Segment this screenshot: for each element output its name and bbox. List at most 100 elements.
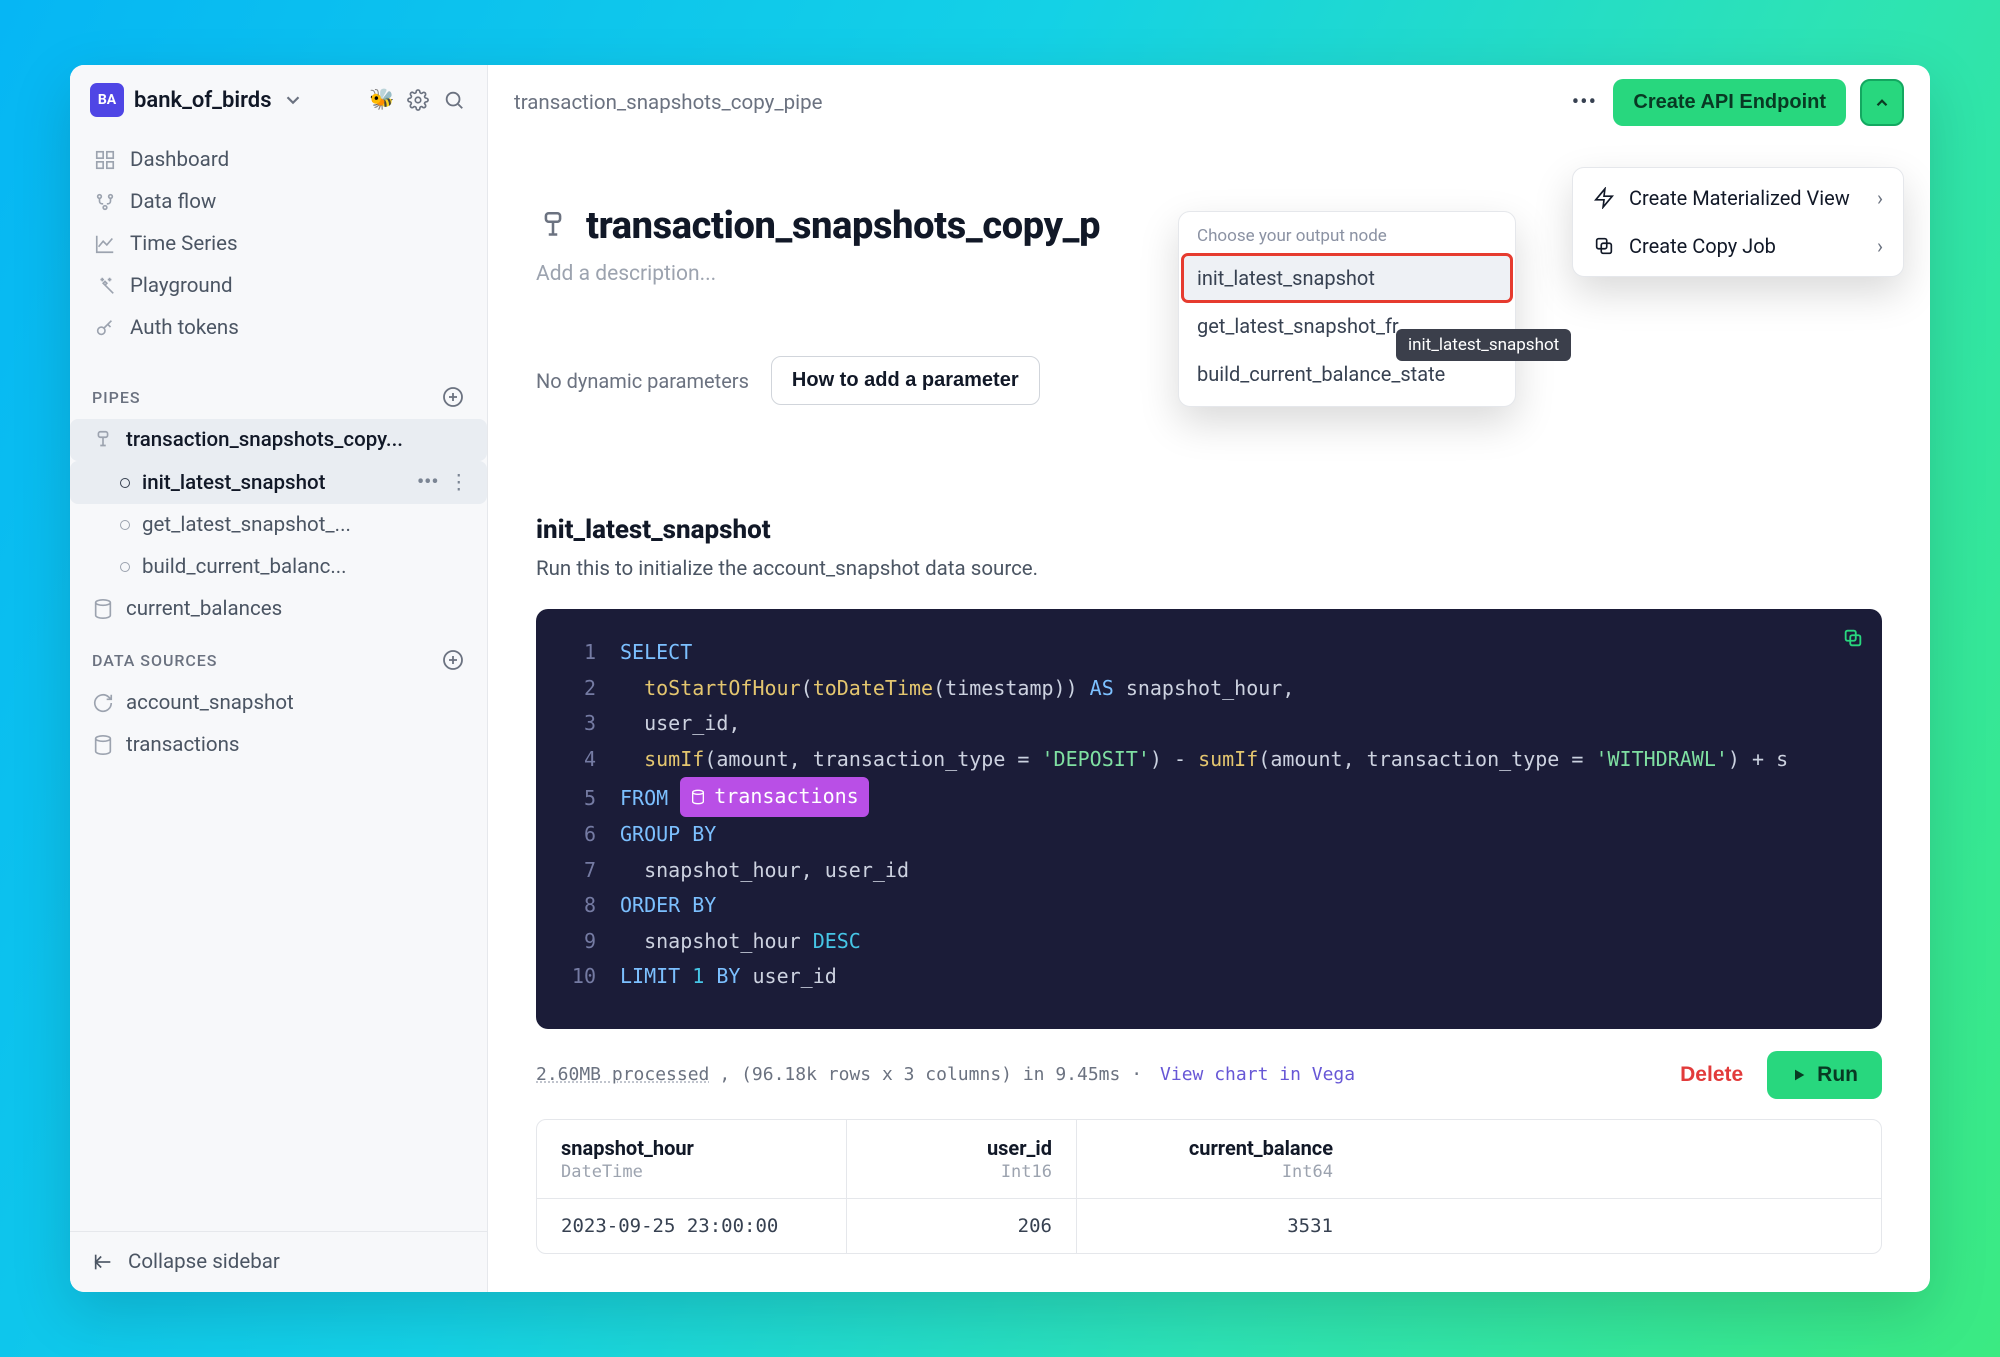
create-dropdown-toggle[interactable] [1860, 79, 1904, 126]
add-pipe-button[interactable] [441, 385, 465, 409]
datasource-account-snapshot[interactable]: account_snapshot [70, 682, 487, 724]
nav-authtokens[interactable]: Auth tokens [80, 307, 477, 349]
kw-by: BY [716, 964, 740, 988]
line-number-2: 2 [556, 671, 596, 707]
collapse-label: Collapse sidebar [128, 1250, 280, 1274]
line-number-3: 3 [556, 706, 596, 742]
datasources-section-header: DATA SOURCES [70, 630, 487, 682]
copy-code-button[interactable] [1842, 627, 1864, 654]
sidebar: BA bank_of_birds 🐝 Dashboard Data flow T… [70, 65, 488, 1292]
workspace-badge: BA [90, 83, 124, 117]
result-header-row: snapshot_hour DateTime user_id Int16 cur… [537, 1120, 1881, 1198]
nav-dataflow[interactable]: Data flow [80, 181, 477, 223]
collapse-sidebar-button[interactable]: Collapse sidebar [70, 1231, 487, 1292]
kw-groupby: GROUP BY [620, 822, 716, 846]
pipe-icon [92, 429, 114, 451]
col-user-id: user_id, [644, 711, 740, 735]
line-number-8: 8 [556, 888, 596, 924]
refresh-icon [92, 692, 114, 714]
node-option-tooltip: init_latest_snapshot [1396, 329, 1571, 361]
run-button[interactable]: Run [1767, 1051, 1882, 1099]
add-datasource-button[interactable] [441, 648, 465, 672]
kw-as: AS [1090, 676, 1114, 700]
fn-sumif: sumIf [644, 747, 704, 771]
collapse-icon [92, 1251, 114, 1273]
database-icon [92, 734, 114, 756]
chevron-right-icon: › [1877, 186, 1883, 210]
menu-item-copy-job[interactable]: Create Copy Job › [1579, 222, 1897, 270]
how-to-add-parameter-button[interactable]: How to add a parameter [771, 356, 1040, 405]
workspace-name: bank_of_birds [134, 88, 272, 113]
col-tt: transaction_type [813, 747, 1006, 771]
menu-item-materialized-view[interactable]: Create Materialized View › [1579, 174, 1897, 222]
nav-label: Time Series [130, 232, 238, 256]
workspace-switcher[interactable]: BA bank_of_birds 🐝 [70, 65, 487, 131]
pipe-node-build-current-balance[interactable]: build_current_balanc... [70, 546, 487, 588]
kw-orderby: ORDER BY [620, 893, 716, 917]
node-bullet-icon [120, 562, 130, 572]
create-type-menu: Create Materialized View › Create Copy J… [1572, 167, 1904, 277]
topbar: transaction_snapshots_copy_pipe ••• Crea… [488, 65, 1930, 140]
pipe-node-label: init_latest_snapshot [142, 471, 325, 495]
result-row[interactable]: 2023-09-25 23:00:00 206 3531 [537, 1198, 1881, 1253]
more-actions-button[interactable]: ••• [1569, 88, 1599, 118]
pipes-section-label: PIPES [92, 388, 140, 407]
col-snapshot-hour[interactable]: snapshot_hour DateTime [537, 1120, 847, 1198]
by-col: user_id [753, 964, 837, 988]
pipe-node-init-latest-snapshot[interactable]: init_latest_snapshot ••• ⋮ [70, 461, 487, 504]
view-chart-vega-link[interactable]: View chart in Vega [1160, 1064, 1355, 1085]
grid-icon [94, 149, 116, 171]
create-api-endpoint-button[interactable]: Create API Endpoint [1613, 79, 1846, 126]
lit-one: 1 [692, 964, 704, 988]
line-number-7: 7 [556, 853, 596, 889]
lit-withdrawl: 'WITHDRAWL' [1595, 747, 1727, 771]
stats-processed[interactable]: 2.60MB processed [536, 1064, 709, 1085]
nav-playground[interactable]: Playground [80, 265, 477, 307]
fn-todatetime: toDateTime [813, 676, 933, 700]
fn-sumif: sumIf [1198, 747, 1258, 771]
delete-node-button[interactable]: Delete [1680, 1063, 1743, 1087]
flow-icon [94, 191, 116, 213]
pipe-title[interactable]: transaction_snapshots_copy_p [586, 204, 1100, 248]
gb-cols: snapshot_hour, user_id [644, 858, 909, 882]
copy-icon [1593, 235, 1615, 257]
node-description[interactable]: Run this to initialize the account_snaps… [536, 557, 1882, 581]
pipe-icon [536, 209, 570, 243]
bee-icon[interactable]: 🐝 [369, 87, 395, 113]
node-drag-icon[interactable]: ⋮ [449, 470, 470, 495]
nav-timeseries[interactable]: Time Series [80, 223, 477, 265]
line-number-1: 1 [556, 635, 596, 671]
datasource-label: account_snapshot [126, 691, 294, 715]
node-title[interactable]: init_latest_snapshot [536, 515, 1882, 545]
node-kebab-icon[interactable]: ••• [417, 470, 439, 495]
database-icon [690, 789, 706, 805]
gear-icon[interactable] [405, 87, 431, 113]
pipe-item-transaction-snapshots[interactable]: transaction_snapshots_copy... [70, 419, 487, 461]
search-icon[interactable] [441, 87, 467, 113]
nav-dashboard[interactable]: Dashboard [80, 139, 477, 181]
node-bullet-icon [120, 520, 130, 530]
col-tt: transaction_type [1367, 747, 1560, 771]
datasource-transactions[interactable]: transactions [70, 724, 487, 766]
line-number-4: 4 [556, 742, 596, 778]
pipe-item-current-balances[interactable]: current_balances [70, 588, 487, 630]
nav-label: Dashboard [130, 148, 229, 172]
clip-s: s [1776, 747, 1788, 771]
col-current-balance[interactable]: current_balance Int64 [1077, 1120, 1357, 1198]
node-option-init-latest-snapshot[interactable]: init_latest_snapshot [1184, 256, 1510, 300]
ob-col: snapshot_hour [644, 929, 801, 953]
cell-user-id: 206 [847, 1199, 1077, 1253]
app-window: BA bank_of_birds 🐝 Dashboard Data flow T… [70, 65, 1930, 1292]
sql-editor[interactable]: 1SELECT 2 toStartOfHour(toDateTime(times… [536, 609, 1882, 1029]
result-table: snapshot_hour DateTime user_id Int16 cur… [536, 1119, 1882, 1254]
pipe-name: current_balances [126, 597, 282, 621]
line-number-6: 6 [556, 817, 596, 853]
col-type: Int16 [871, 1162, 1052, 1182]
breadcrumb: transaction_snapshots_copy_pipe [514, 91, 822, 115]
col-user-id[interactable]: user_id Int16 [847, 1120, 1077, 1198]
lit-deposit: 'DEPOSIT' [1042, 747, 1150, 771]
table-ref-transactions[interactable]: transactions [680, 777, 869, 817]
col-name: snapshot_hour [561, 1136, 822, 1160]
pipe-node-get-latest-snapshot[interactable]: get_latest_snapshot_... [70, 504, 487, 546]
stats-detail: , (96.18k rows x 3 columns) in 9.45ms · [719, 1064, 1142, 1085]
